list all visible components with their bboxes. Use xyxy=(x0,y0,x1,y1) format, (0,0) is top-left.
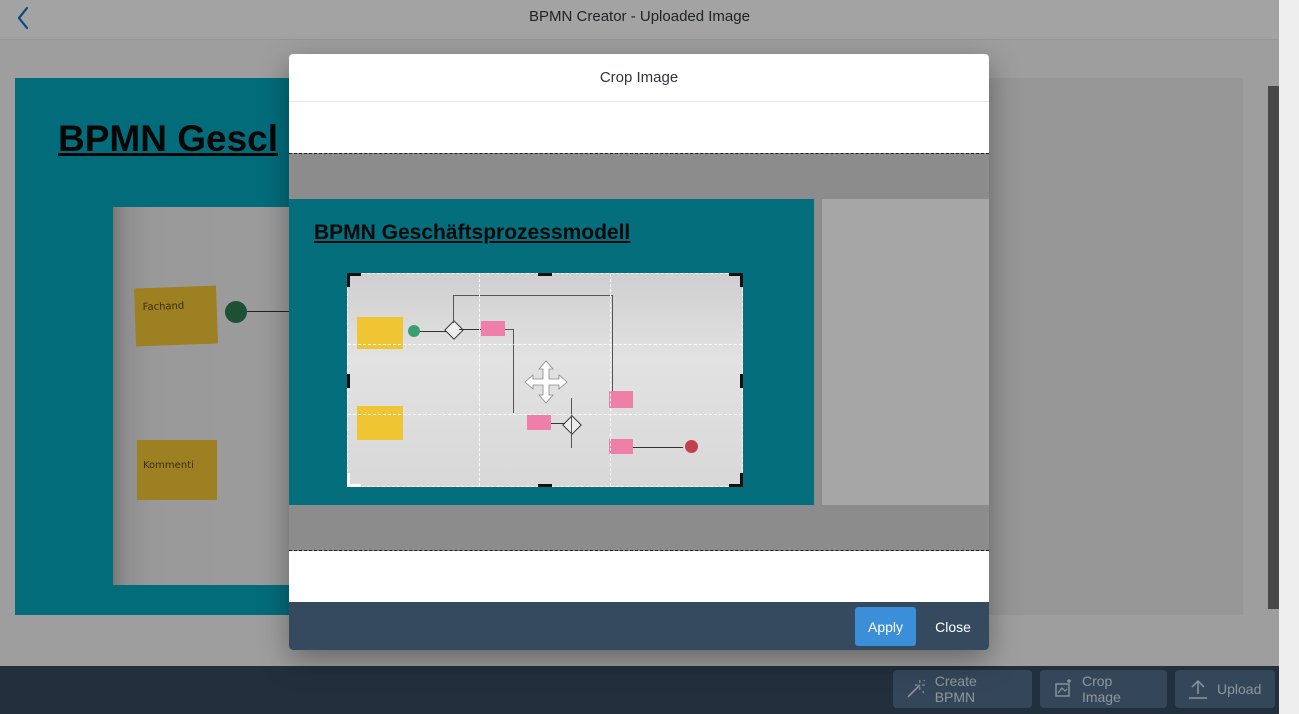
dialog-footer: Apply Close xyxy=(289,602,989,650)
dialog-header: Crop Image xyxy=(289,54,989,102)
crop-handle-bottom-right[interactable] xyxy=(740,473,743,487)
crop-handle-left[interactable] xyxy=(347,374,350,388)
crop-grid-line xyxy=(610,274,611,486)
scrollbar-track[interactable] xyxy=(1279,0,1299,714)
crop-canvas[interactable]: BPMN Geschäftsprozessmodell xyxy=(289,153,989,551)
crop-handle-bottom[interactable] xyxy=(538,484,552,487)
crop-handle-top-right[interactable] xyxy=(740,273,743,287)
image-slide-title: BPMN Geschäftsprozessmodell xyxy=(314,221,631,244)
move-icon[interactable] xyxy=(523,359,569,405)
image-slide: BPMN Geschäftsprozessmodell xyxy=(289,199,814,505)
dialog-title: Crop Image xyxy=(599,69,679,86)
apply-button[interactable]: Apply xyxy=(855,607,916,646)
crop-handle-bottom-left[interactable] xyxy=(347,473,350,487)
crop-selection-box[interactable] xyxy=(347,273,743,487)
crop-grid-line xyxy=(348,414,742,415)
crop-image-dialog: Crop Image BPMN Geschäftsprozessmodell A… xyxy=(289,54,989,650)
image-right-area xyxy=(822,199,989,505)
crop-handle-top[interactable] xyxy=(538,273,552,276)
crop-grid-line xyxy=(348,344,742,345)
close-button[interactable]: Close xyxy=(925,607,981,646)
crop-handle-top-left[interactable] xyxy=(347,273,350,287)
crop-grid-line xyxy=(479,274,480,486)
crop-handle-right[interactable] xyxy=(740,374,743,388)
